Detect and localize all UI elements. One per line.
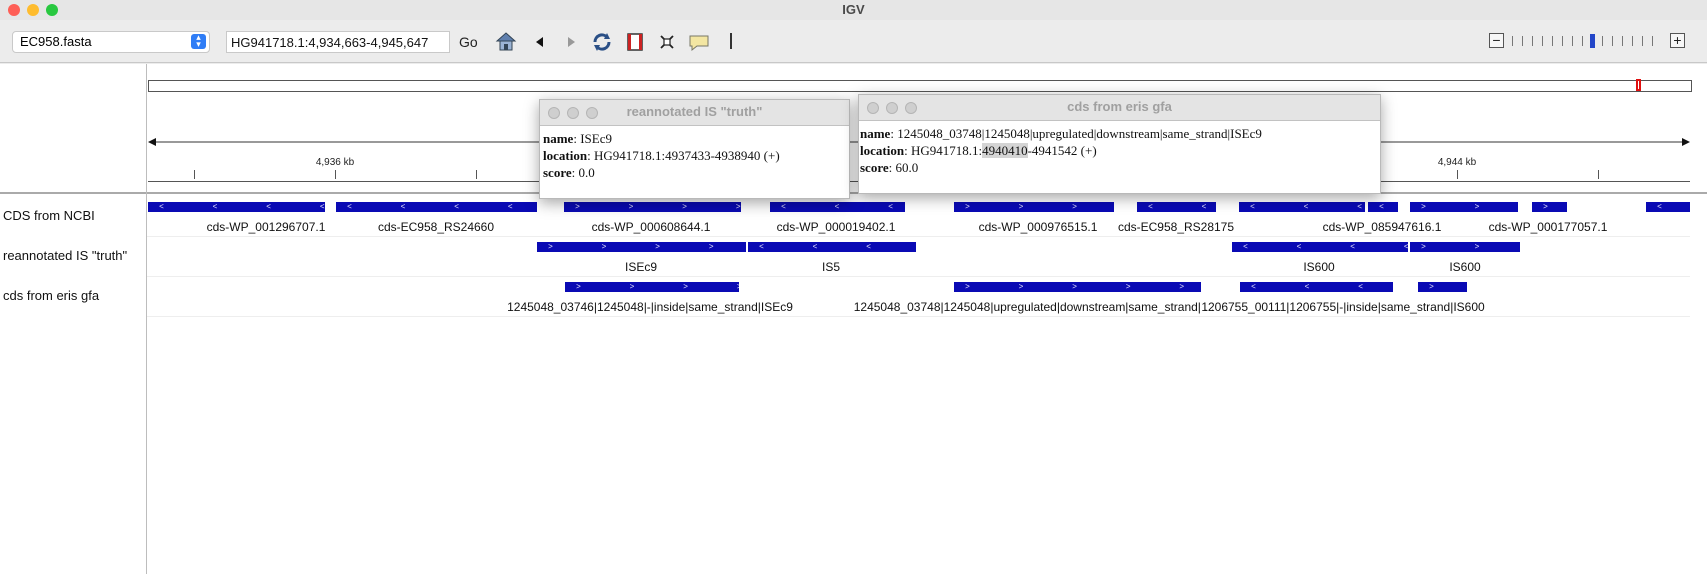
feature-block[interactable]: < < < < < < <	[1232, 242, 1408, 252]
zoom-level-tick[interactable]	[1562, 36, 1563, 46]
name-panel-divider[interactable]	[146, 64, 147, 574]
zoom-level-tick[interactable]	[1632, 36, 1633, 46]
zoom-level-tick[interactable]	[1652, 36, 1653, 46]
locus-search-input[interactable]	[226, 31, 450, 53]
feature-label: cds-WP_000177057.1	[1488, 220, 1608, 234]
feature-block[interactable]: > > > >	[1410, 242, 1520, 252]
zoom-level-tick[interactable]	[1532, 36, 1533, 46]
feature-block[interactable]: < < < < < < < <	[336, 202, 537, 212]
back-icon[interactable]	[528, 30, 552, 54]
zoom-level-tick[interactable]	[1552, 36, 1553, 46]
track-separator	[147, 236, 1690, 237]
dropdown-stepper-icon: ▴ ▾	[191, 33, 206, 49]
zoom-level-tick[interactable]	[1542, 36, 1543, 46]
zoom-out-button[interactable]: −	[1489, 33, 1504, 48]
zoom-level-tick[interactable]	[1572, 36, 1573, 46]
popup-score-line: score: 60.0	[860, 160, 919, 175]
ruler-tick	[1598, 170, 1599, 179]
feature-popup-eris-cds[interactable]: cds from eris gfa name: 1245048_03748|12…	[858, 94, 1381, 194]
feature-label: 1245048_03746|1245048|-|inside|same_stra…	[507, 300, 793, 314]
popup-location-line: location: HG941718.1:4940410-4941542 (+)	[860, 143, 1097, 158]
track-separator	[147, 276, 1690, 277]
feature-block[interactable]: < <	[1368, 202, 1398, 212]
resize-icon[interactable]	[655, 30, 679, 54]
chromosome-overview[interactable]	[148, 80, 1692, 92]
feature-block[interactable]: < < <	[1137, 202, 1216, 212]
selected-text: 4940410	[982, 143, 1028, 158]
zoom-level-tick[interactable]	[1612, 36, 1613, 46]
feature-block[interactable]: > > > > > > > > >	[954, 282, 1201, 292]
popup-text-icon[interactable]	[687, 30, 711, 54]
refresh-icon[interactable]	[590, 30, 614, 54]
popup-score-line: score: 0.0	[543, 165, 595, 180]
go-button[interactable]: Go	[459, 34, 478, 50]
feature-block[interactable]: > > > > > >	[954, 202, 1114, 212]
feature-block[interactable]: > >	[1418, 282, 1467, 292]
feature-block[interactable]: < < < < < < <	[748, 242, 916, 252]
popup-location-line: location: HG941718.1:4937433-4938940 (+)	[543, 148, 780, 163]
track-name-is-truth[interactable]: reannotated IS "truth"	[3, 248, 127, 263]
ruler-tick	[1457, 170, 1458, 179]
roi-icon[interactable]	[623, 30, 647, 54]
feature-block[interactable]: < < < < < < <	[148, 202, 325, 212]
ruler-tick-label: 4,944 kb	[1437, 157, 1477, 168]
feature-block[interactable]: > > > > > > > >	[537, 242, 746, 252]
current-region-marker[interactable]	[1636, 79, 1641, 91]
popup-title: cds from eris gfa	[1067, 99, 1172, 114]
feature-label: IS5	[821, 260, 840, 274]
popup-title-bar[interactable]: reannotated IS "truth"	[540, 100, 849, 126]
zoom-in-button[interactable]: +	[1670, 33, 1685, 48]
feature-block[interactable]: > > > > > > >	[564, 202, 741, 212]
feature-label: IS600	[1449, 260, 1481, 274]
zoom-level-tick[interactable]	[1642, 36, 1643, 46]
feature-block[interactable]: > > > >	[1410, 202, 1518, 212]
feature-block[interactable]: < < < < < <	[1240, 282, 1393, 292]
ruler-tick	[194, 170, 195, 179]
feature-block[interactable]: > >	[1532, 202, 1567, 212]
ruler-tick-label: 4,936 kb	[315, 157, 355, 168]
zoom-level-tick[interactable]	[1512, 36, 1513, 46]
feature-block[interactable]: < < < < <	[770, 202, 905, 212]
genome-dropdown[interactable]: EC958.fasta ▴ ▾	[12, 31, 210, 53]
title-bar: IGV	[0, 0, 1707, 20]
zoom-level-tick[interactable]	[1582, 36, 1583, 46]
zoom-level-tick[interactable]	[1590, 34, 1595, 48]
home-icon[interactable]	[494, 30, 518, 54]
ruler-line-icon[interactable]	[730, 33, 732, 49]
feature-block[interactable]: > > > > > > >	[565, 282, 739, 292]
popup-title: reannotated IS "truth"	[626, 104, 763, 119]
forward-icon[interactable]	[559, 30, 583, 54]
feature-label: 1206755_00111|1206755|-|inside|same_stra…	[1201, 300, 1485, 314]
zoom-level-tick[interactable]	[1622, 36, 1623, 46]
track-name-eris-cds[interactable]: cds from eris gfa	[3, 288, 99, 303]
feature-block[interactable]: < < < < <	[1239, 202, 1365, 212]
zoom-level-tick[interactable]	[1602, 36, 1603, 46]
ruler-tick	[476, 170, 477, 179]
popup-name-line: name: ISEc9	[543, 131, 612, 146]
genome-value: EC958.fasta	[20, 34, 92, 49]
feature-popup-is-truth[interactable]: reannotated IS "truth" name: ISEc9 locat…	[539, 99, 850, 199]
ruler-tick	[335, 170, 336, 179]
window-title: IGV	[842, 2, 865, 17]
track-separator	[147, 316, 1690, 317]
popup-title-bar[interactable]: cds from eris gfa	[859, 95, 1380, 121]
feature-block[interactable]: < <	[1646, 202, 1690, 212]
popup-name-line: name: 1245048_03748|1245048|upregulated|…	[860, 126, 1262, 141]
zoom-level-tick[interactable]	[1522, 36, 1523, 46]
